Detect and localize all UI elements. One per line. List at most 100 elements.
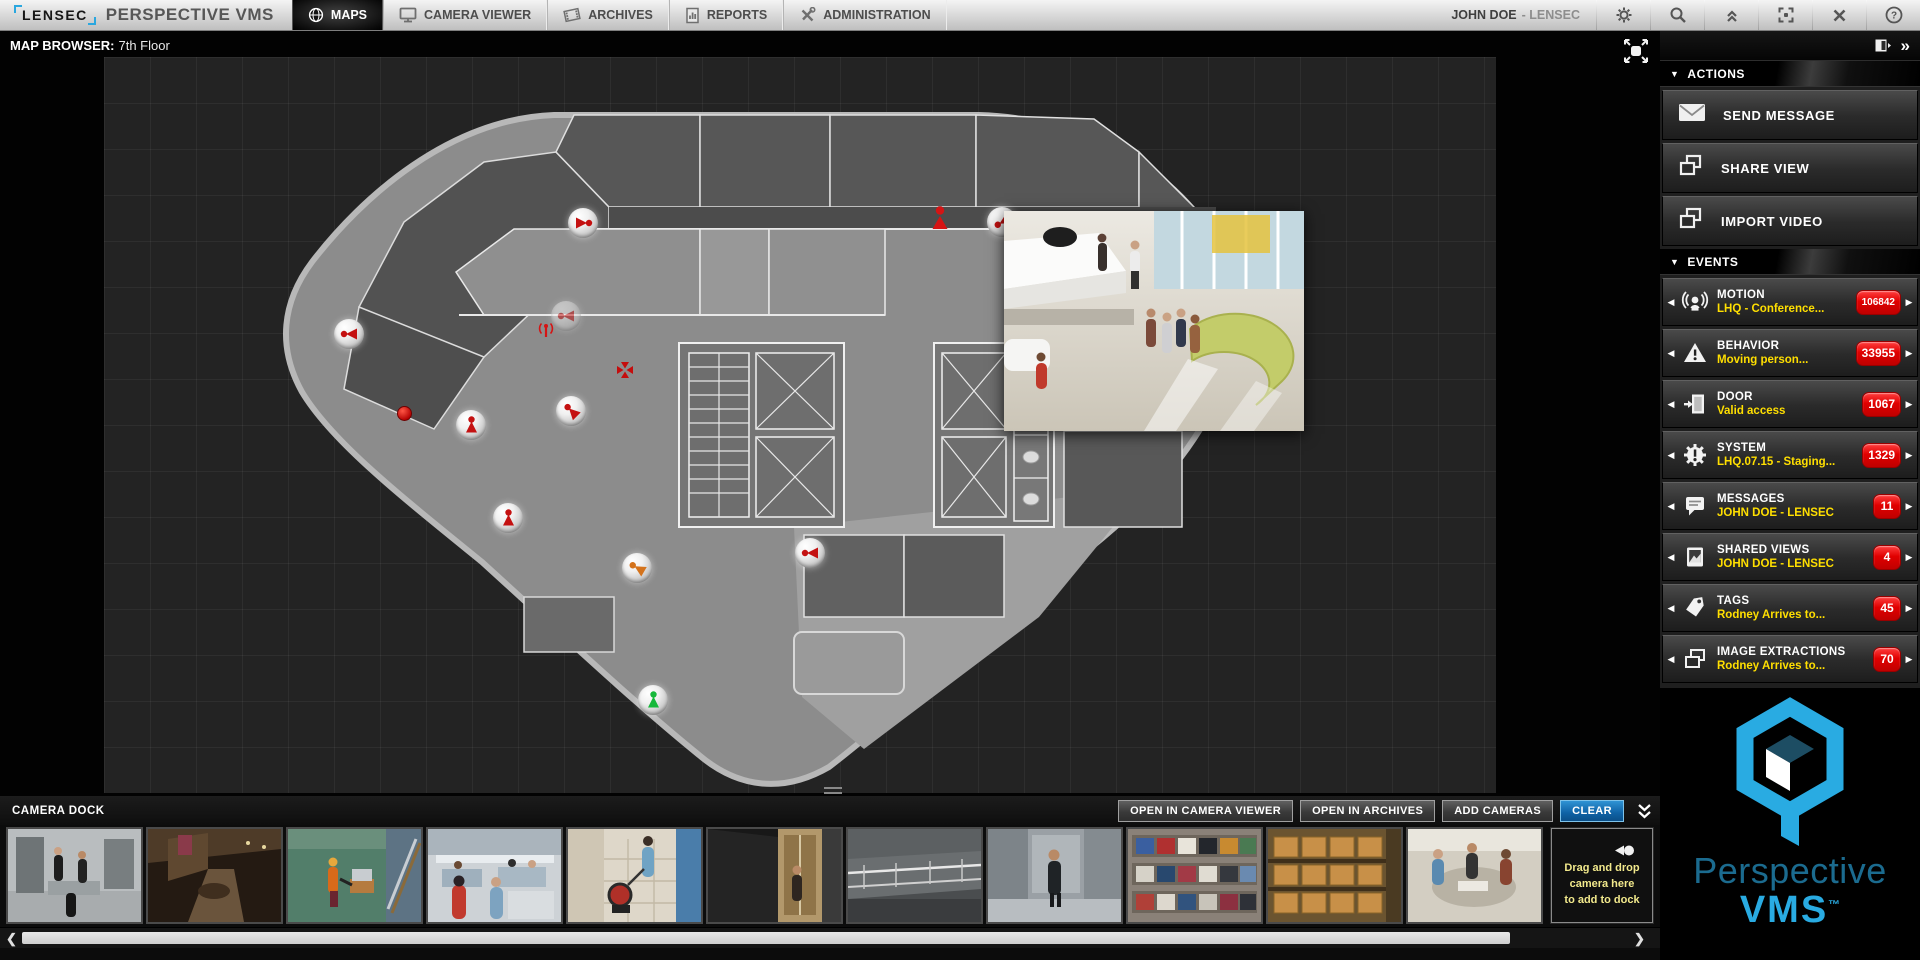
dock-thumbnail-historic-hall[interactable] [146, 827, 283, 924]
event-prev-icon[interactable]: ◀ [1665, 297, 1677, 308]
events-section-header[interactable]: ▼ EVENTS [1660, 249, 1920, 275]
event-count-badge: 70 [1873, 647, 1901, 672]
event-prev-icon[interactable]: ◀ [1665, 603, 1677, 614]
logo-acronym: VMS™ [1740, 892, 1840, 928]
close-icon[interactable] [1813, 0, 1866, 30]
app-brand: PERSPECTIVE VMS [106, 0, 274, 30]
send-message-button[interactable]: SEND MESSAGE [1662, 90, 1918, 140]
dock-thumbnail-open-office[interactable] [426, 827, 563, 924]
event-prev-icon[interactable]: ◀ [1665, 552, 1677, 563]
tab-reports[interactable]: REPORTS [669, 0, 783, 30]
person-event-marker[interactable] [929, 205, 951, 236]
camera-marker-faded[interactable] [551, 301, 581, 331]
gear-icon[interactable] [1597, 0, 1650, 30]
camera-marker[interactable] [556, 396, 586, 426]
event-count-badge: 1329 [1862, 443, 1901, 468]
camera-cone-icon [501, 509, 515, 528]
tab-archives[interactable]: ARCHIVES [547, 0, 669, 30]
monitor-icon [399, 7, 417, 23]
globe-icon [308, 7, 324, 23]
dock-thumbnail-warehouse-pallet-jack[interactable] [286, 827, 423, 924]
dock-thumbnail-hallway-vacuum[interactable] [566, 827, 703, 924]
actions-section-header[interactable]: ▼ ACTIONS [1660, 61, 1920, 87]
tab-maps[interactable]: MAPS [292, 0, 383, 30]
event-prev-icon[interactable]: ◀ [1665, 501, 1677, 512]
event-row-shared-views[interactable]: ◀ SHARED VIEWS JOHN DOE - LENSEC 4 ▶ [1662, 533, 1918, 581]
logo-trademark: ™ [1828, 897, 1840, 911]
map-browser-title: MAP BROWSER:7th Floor [10, 38, 170, 53]
help-icon[interactable]: ? [1867, 0, 1920, 30]
event-row-behavior[interactable]: ◀ BEHAVIOR Moving person... 33955 ▶ [1662, 329, 1918, 377]
event-next-icon[interactable]: ▶ [1903, 603, 1915, 614]
open-in-camera-viewer-button[interactable]: OPEN IN CAMERA VIEWER [1118, 800, 1293, 822]
event-row-system[interactable]: ◀ SYSTEM LHQ.07.15 - Staging... 1329 ▶ [1662, 431, 1918, 479]
event-next-icon[interactable]: ▶ [1903, 297, 1915, 308]
event-row-tags[interactable]: ◀ TAGS Rodney Arrives to... 45 ▶ [1662, 584, 1918, 632]
event-row-door[interactable]: ◀ DOOR Valid access 1067 ▶ [1662, 380, 1918, 428]
dock-thumbnail-office-walkway[interactable] [986, 827, 1123, 924]
event-row-messages[interactable]: ◀ MESSAGES JOHN DOE - LENSEC 11 ▶ [1662, 482, 1918, 530]
camera-cone-icon [625, 557, 648, 579]
dock-thumbnail-warehouse-boxes[interactable] [1266, 827, 1403, 924]
dock-thumbnail-shoe-storage-shelves[interactable] [1126, 827, 1263, 924]
camera-cone-icon [464, 416, 478, 435]
share-view-button[interactable]: SHARE VIEW [1662, 143, 1918, 193]
event-next-icon[interactable]: ▶ [1903, 654, 1915, 665]
add-cameras-button[interactable]: ADD CAMERAS [1442, 800, 1553, 822]
app-window: LENSEC PERSPECTIVE VMS MAPS CAMERA VIEWE… [0, 0, 1920, 960]
event-prev-icon[interactable]: ◀ [1665, 654, 1677, 665]
event-row-motion[interactable]: ◀ MOTION LHQ - Conference... 106842 ▶ [1662, 278, 1918, 326]
collapse-up-icon[interactable] [1705, 0, 1758, 30]
scrollbar-thumb[interactable] [22, 932, 1510, 944]
search-icon[interactable] [1651, 0, 1704, 30]
dock-scrollbar[interactable]: ❮ ❯ [0, 927, 1660, 948]
camera-marker[interactable] [795, 538, 825, 568]
dot-event-marker[interactable] [397, 406, 412, 421]
fullscreen-icon[interactable] [1759, 0, 1812, 30]
event-count-badge: 1067 [1862, 392, 1901, 417]
clear-button[interactable]: CLEAR [1560, 800, 1624, 822]
event-next-icon[interactable]: ▶ [1903, 552, 1915, 563]
event-prev-icon[interactable]: ◀ [1665, 348, 1677, 359]
camera-marker[interactable] [568, 208, 598, 238]
panel-toggle-icon[interactable] [1875, 39, 1891, 52]
camera-marker[interactable] [456, 410, 486, 440]
map-fullscreen-button[interactable] [1622, 37, 1650, 65]
tab-camera-viewer[interactable]: CAMERA VIEWER [383, 0, 547, 30]
dock-thumbnail-office-meeting[interactable] [1406, 827, 1543, 924]
sidebar-header: » [1660, 31, 1920, 61]
antenna-event-marker[interactable] [537, 321, 555, 344]
event-text: MOTION LHQ - Conference... [1713, 289, 1856, 315]
event-next-icon[interactable]: ▶ [1903, 450, 1915, 461]
scroll-right-icon[interactable]: ❯ [1634, 930, 1645, 947]
import-video-button[interactable]: IMPORT VIDEO [1662, 196, 1918, 246]
camera-drop-target[interactable]: Drag and drop camera here to add to dock [1551, 828, 1653, 923]
dock-collapse-icon[interactable] [1637, 803, 1652, 819]
tab-administration[interactable]: ADMINISTRATION [783, 0, 946, 30]
actions-header-label: ACTIONS [1687, 67, 1745, 81]
event-next-icon[interactable]: ▶ [1903, 348, 1915, 359]
event-row-image-extractions[interactable]: ◀ IMAGE EXTRACTIONS Rodney Arrives to...… [1662, 635, 1918, 683]
camera-marker[interactable] [493, 503, 523, 533]
scroll-left-icon[interactable]: ❮ [6, 930, 17, 947]
event-next-icon[interactable]: ▶ [1903, 501, 1915, 512]
open-in-archives-button[interactable]: OPEN IN ARCHIVES [1300, 800, 1435, 822]
event-next-icon[interactable]: ▶ [1903, 399, 1915, 410]
sidebar-collapse-icon[interactable]: » [1901, 37, 1910, 54]
event-prev-icon[interactable]: ◀ [1665, 450, 1677, 461]
camera-preview-popup[interactable] [1004, 211, 1304, 431]
camera-dock-header: CAMERA DOCK OPEN IN CAMERA VIEWER OPEN I… [0, 796, 1660, 825]
motion-sensor-icon [1677, 289, 1713, 315]
cross-event-marker[interactable] [616, 361, 634, 384]
camera-marker[interactable] [334, 319, 364, 349]
map-resize-handle[interactable] [824, 787, 842, 794]
dock-thumbnail-industrial-interior[interactable] [846, 827, 983, 924]
event-type: SYSTEM [1717, 442, 1862, 454]
dock-thumbnail-elevator-entry[interactable] [706, 827, 843, 924]
dock-thumbnail-machine-shop[interactable] [6, 827, 143, 924]
event-prev-icon[interactable]: ◀ [1665, 399, 1677, 410]
camera-marker-green[interactable] [638, 685, 668, 715]
camera-cone-icon [801, 546, 820, 560]
camera-marker-orange[interactable] [622, 553, 652, 583]
svg-text:?: ? [1890, 11, 1896, 22]
